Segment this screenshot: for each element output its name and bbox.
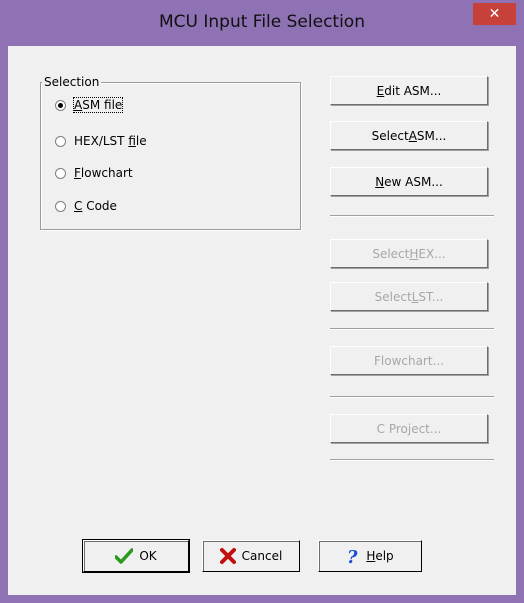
checkmark-icon xyxy=(115,548,134,564)
separator xyxy=(330,215,494,217)
select-asm-button[interactable]: Select A SM... xyxy=(330,121,488,150)
cancel-label: Cancel xyxy=(241,549,283,563)
separator xyxy=(330,328,494,330)
radio-asm-file[interactable]: ASM file xyxy=(55,96,124,114)
radio-flowchart-label: Flowchart xyxy=(74,166,133,180)
window-title: MCU Input File Selection xyxy=(158,12,365,32)
radio-c-code-label: C Code xyxy=(74,199,117,213)
radio-unchecked-icon[interactable] xyxy=(55,135,66,147)
radio-unchecked-icon[interactable] xyxy=(55,167,66,179)
separator xyxy=(330,396,494,398)
help-button[interactable]: ? Help xyxy=(318,540,422,572)
x-icon xyxy=(219,548,236,564)
selection-legend: Selection xyxy=(42,75,102,89)
flowchart-button[interactable]: Flowchart... xyxy=(330,346,488,375)
cancel-button[interactable]: Cancel xyxy=(202,540,300,572)
title-bar[interactable]: MCU Input File Selection ✕ xyxy=(0,0,524,46)
dialog-window: MCU Input File Selection ✕ Selection ASM… xyxy=(0,0,524,603)
radio-hex-lst-file[interactable]: HEX/LST file xyxy=(55,132,147,150)
select-lst-button[interactable]: Select L ST... xyxy=(330,282,488,311)
svg-text:?: ? xyxy=(347,547,358,565)
edit-asm-button[interactable]: Edit ASM... xyxy=(330,76,488,105)
radio-unchecked-icon[interactable] xyxy=(55,200,66,212)
select-hex-button[interactable]: Select H EX... xyxy=(330,239,488,268)
radio-checked-icon[interactable] xyxy=(55,99,66,111)
question-mark-icon: ? xyxy=(347,547,358,565)
radio-asm-file-label: ASM file xyxy=(72,97,124,113)
close-button[interactable]: ✕ xyxy=(473,3,516,25)
close-icon: ✕ xyxy=(488,6,501,22)
radio-hex-lst-file-label: HEX/LST file xyxy=(74,134,147,148)
new-asm-button[interactable]: New ASM... xyxy=(330,167,488,196)
ok-button[interactable]: OK xyxy=(82,539,190,573)
radio-c-code[interactable]: C Code xyxy=(55,197,117,215)
help-label: Help xyxy=(366,549,394,563)
ok-label: OK xyxy=(139,549,157,563)
separator xyxy=(330,459,494,461)
c-project-button[interactable]: C Project... xyxy=(330,414,488,443)
radio-flowchart[interactable]: Flowchart xyxy=(55,164,133,182)
dialog-body: Selection ASM file HEX/LST file Flowchar… xyxy=(8,46,516,595)
